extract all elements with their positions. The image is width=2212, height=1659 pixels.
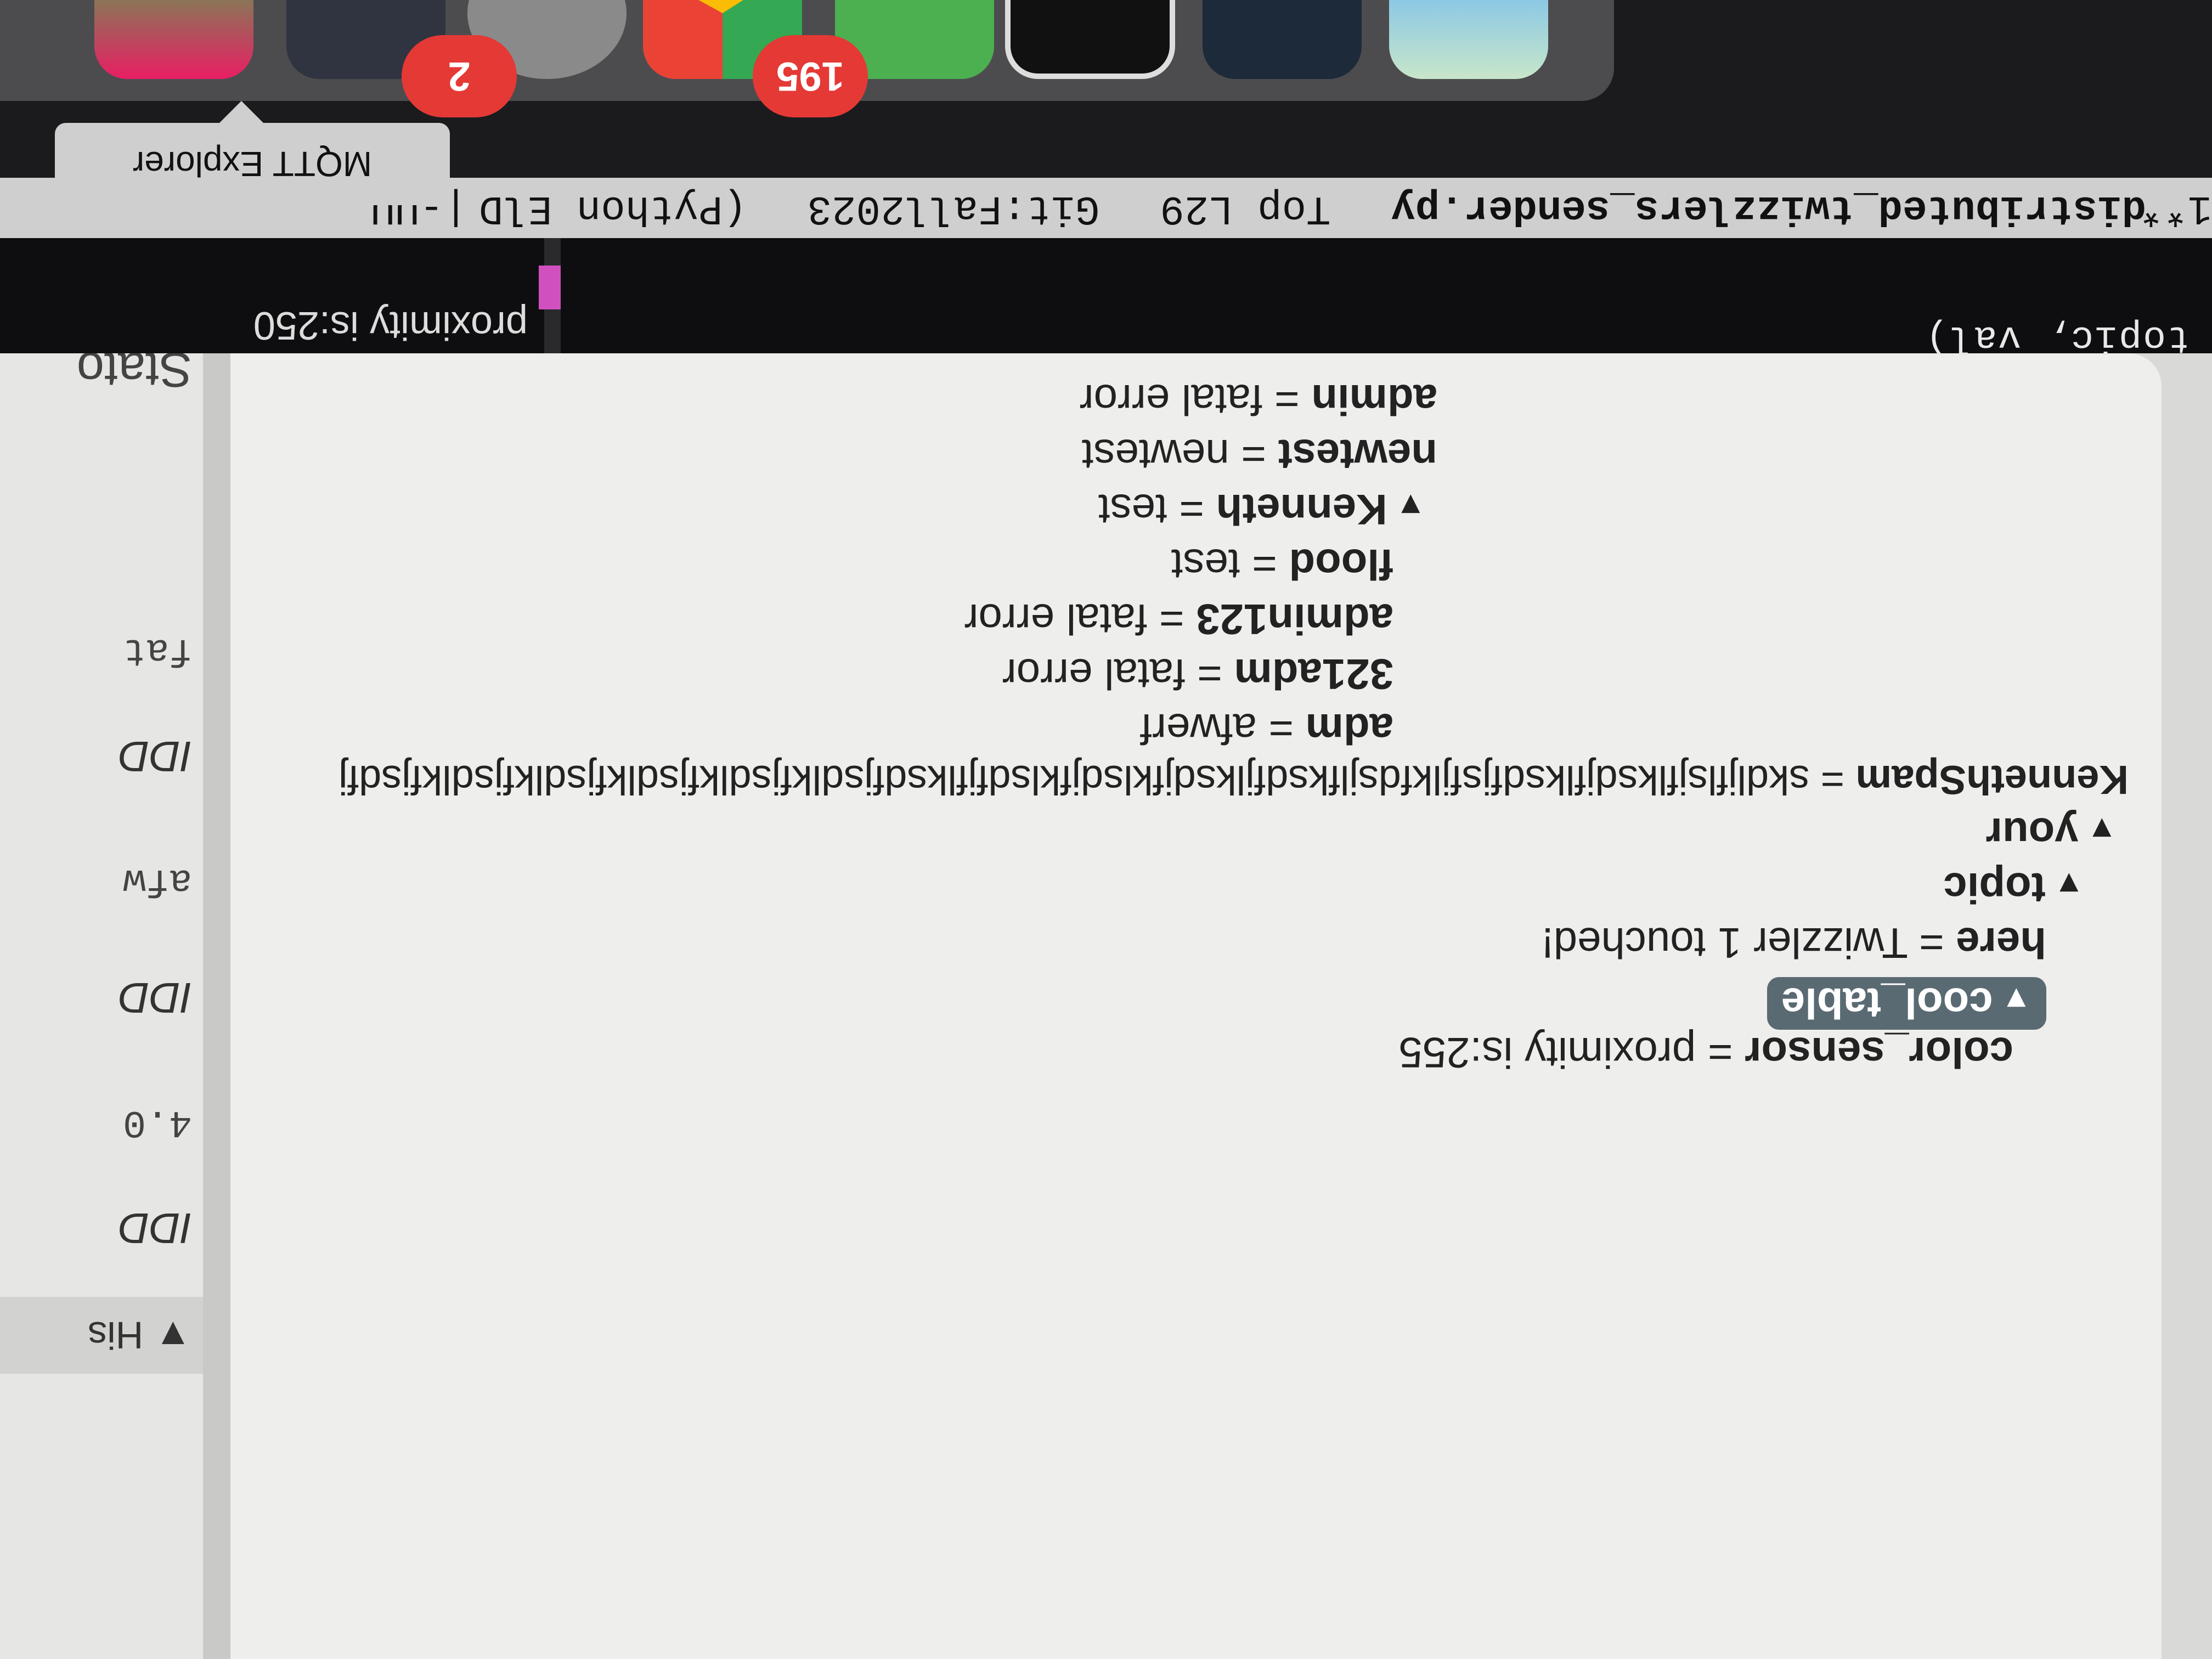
details-pane: ▼ His IDD 4.0 IDD afw IDD fat Stato [0, 342, 203, 1659]
app-icon[interactable] [1203, 0, 1362, 79]
mqtt-explorer-tooltip: MQTT Explorer [55, 123, 450, 205]
selected-node-highlight[interactable]: ▼cool_table [1767, 977, 2046, 1030]
pane-splitter[interactable] [203, 353, 230, 1659]
tree-node-adm[interactable]: adm = afwerf [1140, 704, 1393, 754]
tree-node-your[interactable]: ▼your [1986, 808, 2118, 858]
major-mode[interactable]: (Python ElD [479, 178, 747, 238]
mqtt-explorer-window: admin = fatal error newtest = newtest ▼K… [0, 321, 2212, 1659]
code-line: topic, val) [1924, 315, 2190, 359]
tree-node-321adm[interactable]: 321adm = fatal error [1002, 649, 1393, 699]
finder-icon[interactable] [1389, 0, 1548, 79]
expand-triangle-icon[interactable]: ▼ [2053, 866, 2085, 902]
tree-node-topic[interactable]: ▼topic [1943, 863, 2085, 913]
tree-node-flood[interactable]: flood = test [1171, 539, 1393, 589]
buffer-name[interactable]: distributed_twizzlers_sender.py [1391, 178, 2146, 238]
notification-badge: 195 [753, 35, 868, 117]
tree-node-kennethspam[interactable]: KennethSpam = skdljflsjflksdjflksdfjsfjl… [338, 757, 2129, 803]
collapse-triangle-icon[interactable]: ▼ [154, 1314, 192, 1357]
history-entry[interactable]: IDD [119, 731, 192, 781]
history-value: 4.0 [122, 1100, 192, 1143]
terminal-icon[interactable] [1005, 0, 1175, 79]
output-line: proximity is:250 [253, 303, 528, 347]
notification-badge: 2 [402, 35, 517, 117]
tree-node-cool-table[interactable]: ▼cool_table [1767, 977, 2046, 1030]
history-entry[interactable]: IDD [119, 973, 192, 1023]
modified-indicator: 1** [2138, 185, 2212, 231]
tree-node-here[interactable]: here = Twizzler 1 touched! [1542, 918, 2046, 968]
expand-triangle-icon[interactable]: ▼ [1395, 487, 1426, 524]
history-header[interactable]: ▼ His [0, 1297, 203, 1374]
emacs-output-pane[interactable]: proximity is:250 [0, 183, 561, 353]
history-value: fat [122, 628, 192, 672]
tree-node-newtest[interactable]: newtest = newtest [1082, 430, 1437, 479]
screen: admin = fatal error newtest = newtest ▼K… [0, 0, 2212, 1659]
tree-node-admin123[interactable]: admin123 = fatal error [964, 594, 1393, 644]
buffer-position: Top L29 [1160, 185, 1331, 231]
expand-triangle-icon: ▼ [2000, 981, 2032, 1017]
text-cursor [539, 266, 561, 309]
topic-tree[interactable]: admin = fatal error newtest = newtest ▼K… [230, 321, 2162, 1659]
dock: 2 195 [0, 0, 1614, 117]
slack-icon[interactable] [94, 0, 253, 79]
history-entry[interactable]: IDD [119, 1203, 192, 1253]
expand-triangle-icon[interactable]: ▼ [2086, 811, 2118, 848]
history-value: afw [122, 859, 192, 902]
tree-node-admin[interactable]: admin = fatal error [1080, 375, 1437, 425]
tree-node-color-sensor[interactable]: color_sensor = proximity is:255 [1398, 1028, 2013, 1077]
git-branch[interactable]: Git:Fall2023 [808, 178, 1100, 238]
tree-node-kenneth[interactable]: ▼Kenneth = test [1098, 484, 1426, 534]
